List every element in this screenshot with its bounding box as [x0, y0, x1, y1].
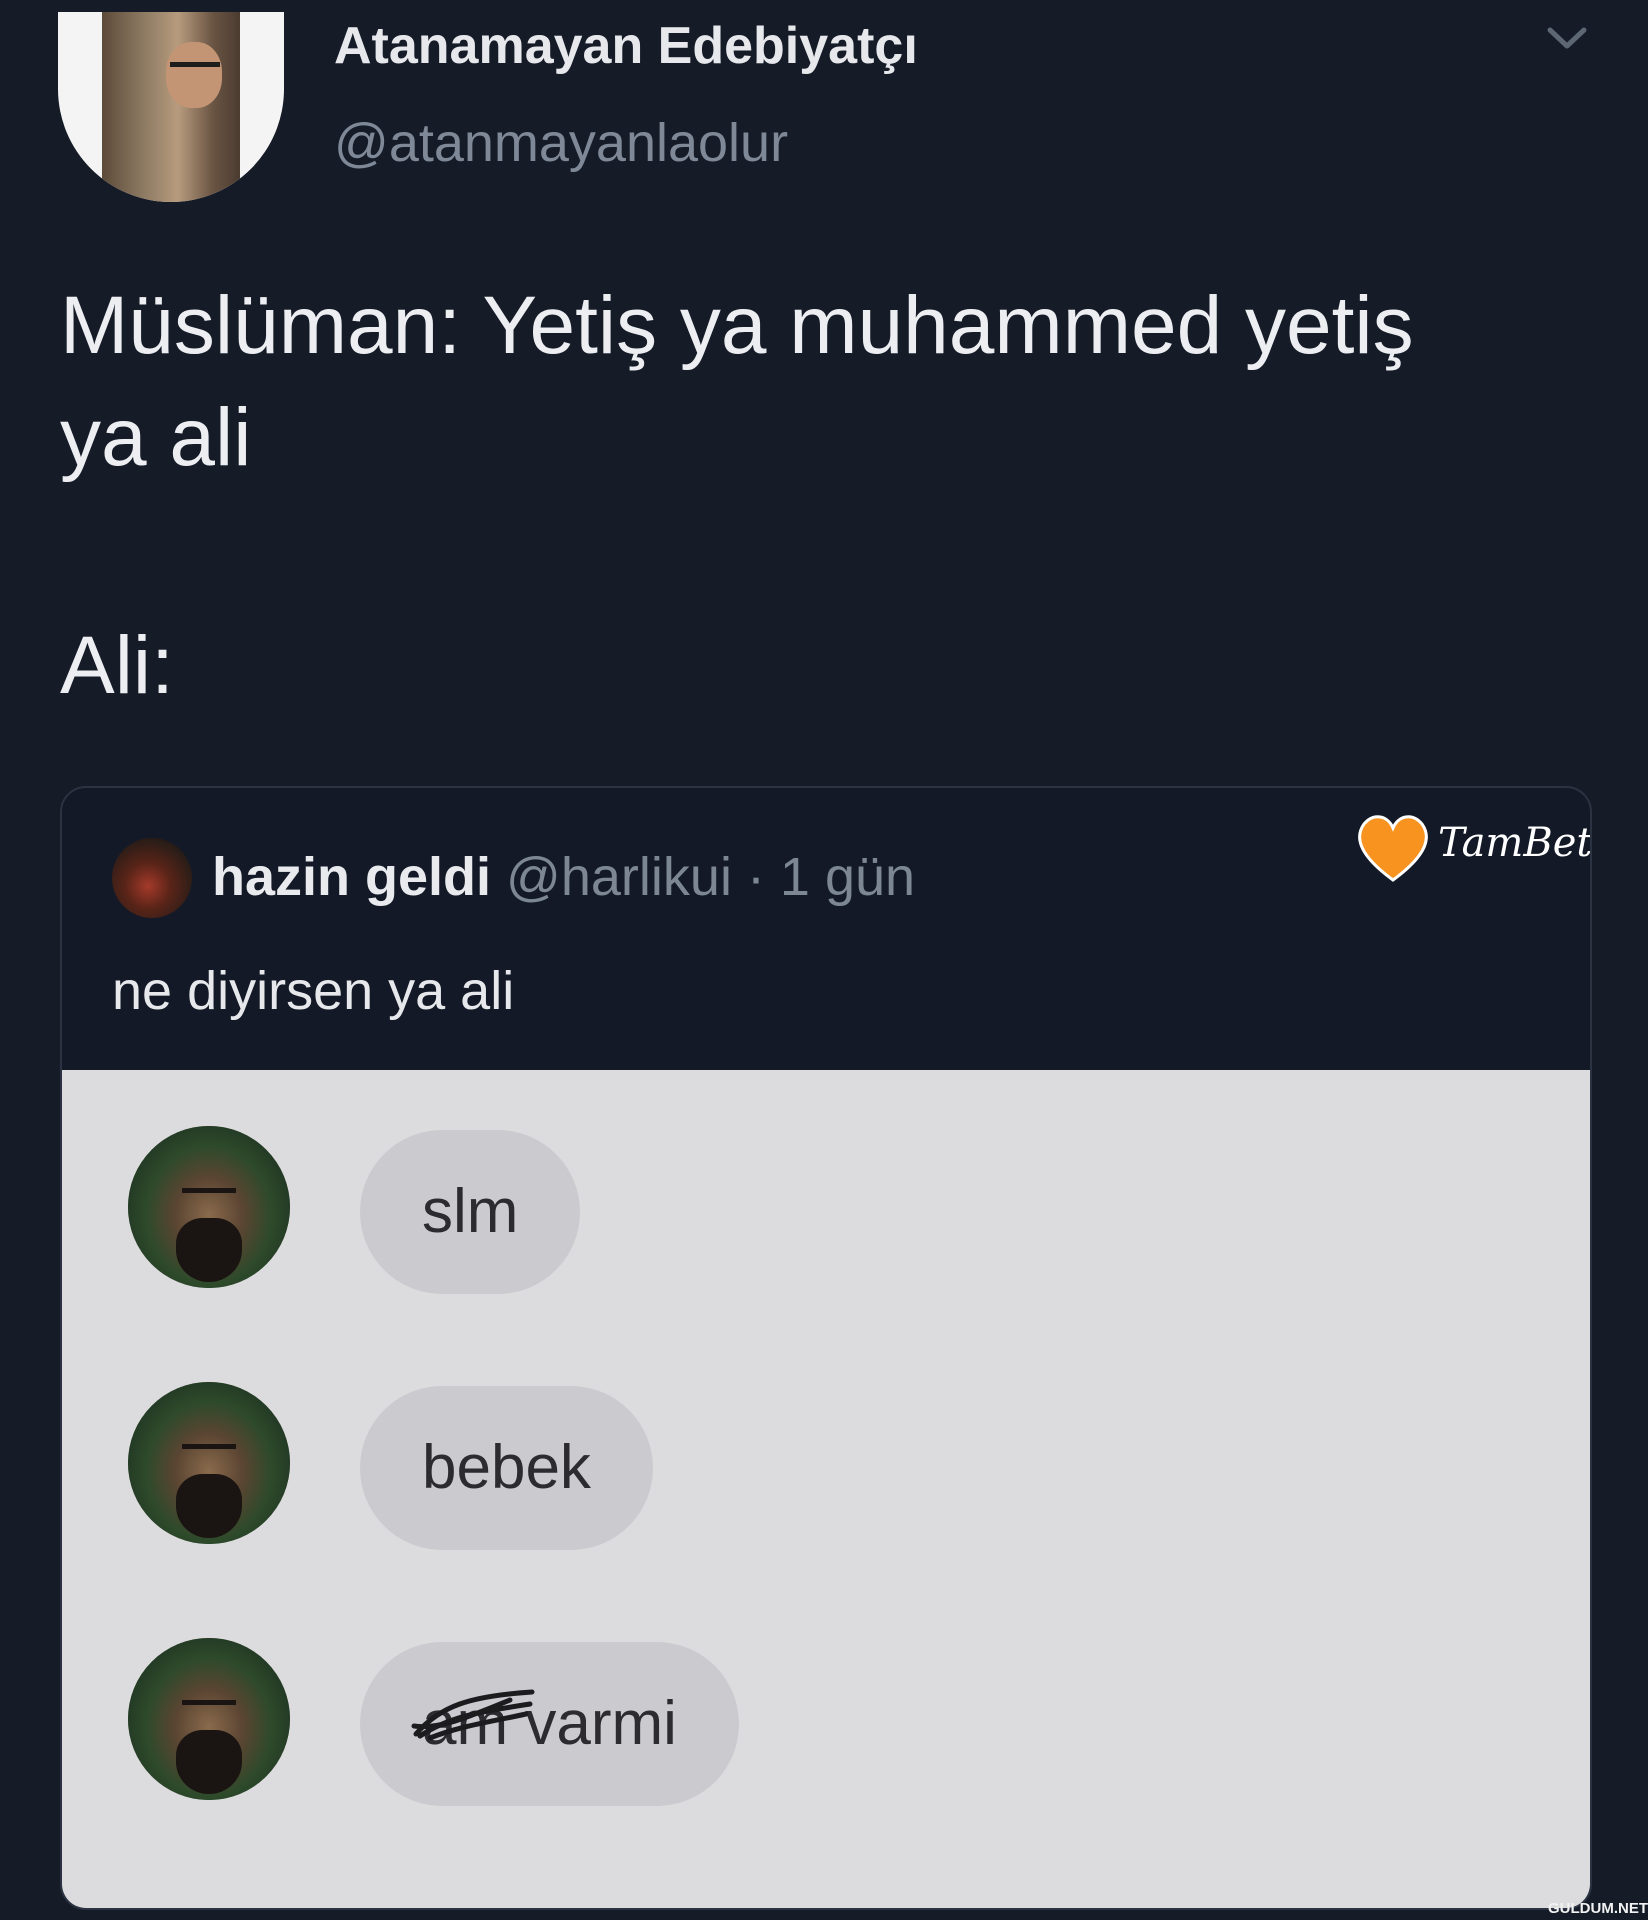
tambet-logo-text: TamBet	[1438, 820, 1592, 866]
message-bubble: slm	[360, 1130, 581, 1294]
site-watermark: GULDUM.NET	[1548, 1900, 1648, 1917]
message-text: varmi	[525, 1689, 677, 1758]
author-handle[interactable]: @atanmayanlaolur	[334, 112, 788, 174]
chat-message-row: slm	[62, 1126, 1590, 1296]
scribbled-word: am	[411, 1642, 535, 1806]
scribble-icon	[411, 1689, 535, 1741]
chat-message-row: bebek	[62, 1382, 1590, 1552]
chat-avatar	[128, 1382, 290, 1544]
chat-avatar	[128, 1126, 290, 1288]
message-bubble: bebek	[360, 1386, 653, 1550]
chat-avatar	[128, 1638, 290, 1800]
heart-icon	[1358, 815, 1428, 882]
quoted-author-avatar[interactable]	[112, 838, 192, 918]
message-bubble: am varmi	[360, 1642, 739, 1806]
tweet-text-line: Ali:	[60, 620, 174, 711]
quoted-tweet-text: ne diyirsen ya ali	[112, 961, 515, 1021]
quoted-tweet-header: hazin geldi @harlikui · 1 gün	[212, 846, 915, 908]
quoted-author-handle-time[interactable]: @harlikui · 1 gün	[506, 847, 915, 907]
author-display-name[interactable]: Atanamayan Edebiyatçı	[334, 16, 918, 76]
tweet-text-line: Müslüman: Yetiş ya muhammed yetiş	[60, 280, 1414, 371]
chat-screenshot: slm bebek am varmi	[62, 1070, 1590, 1908]
author-avatar[interactable]	[58, 12, 284, 202]
avatar-photo	[102, 12, 240, 202]
tambet-logo: TamBet	[1352, 808, 1590, 888]
quoted-author-name[interactable]: hazin geldi	[212, 847, 491, 907]
chat-message-row: am varmi	[62, 1638, 1590, 1808]
chevron-down-icon[interactable]	[1546, 22, 1588, 54]
tweet-text: Müslüman: Yetiş ya muhammed yetiş ya ali…	[60, 270, 1620, 722]
quoted-tweet[interactable]: hazin geldi @harlikui · 1 gün ne diyirse…	[60, 786, 1592, 1910]
avatar-glasses	[170, 62, 220, 77]
tweet-text-line: ya ali	[60, 392, 252, 483]
tweet-card: Atanamayan Edebiyatçı @atanmayanlaolur M…	[0, 0, 1648, 1920]
